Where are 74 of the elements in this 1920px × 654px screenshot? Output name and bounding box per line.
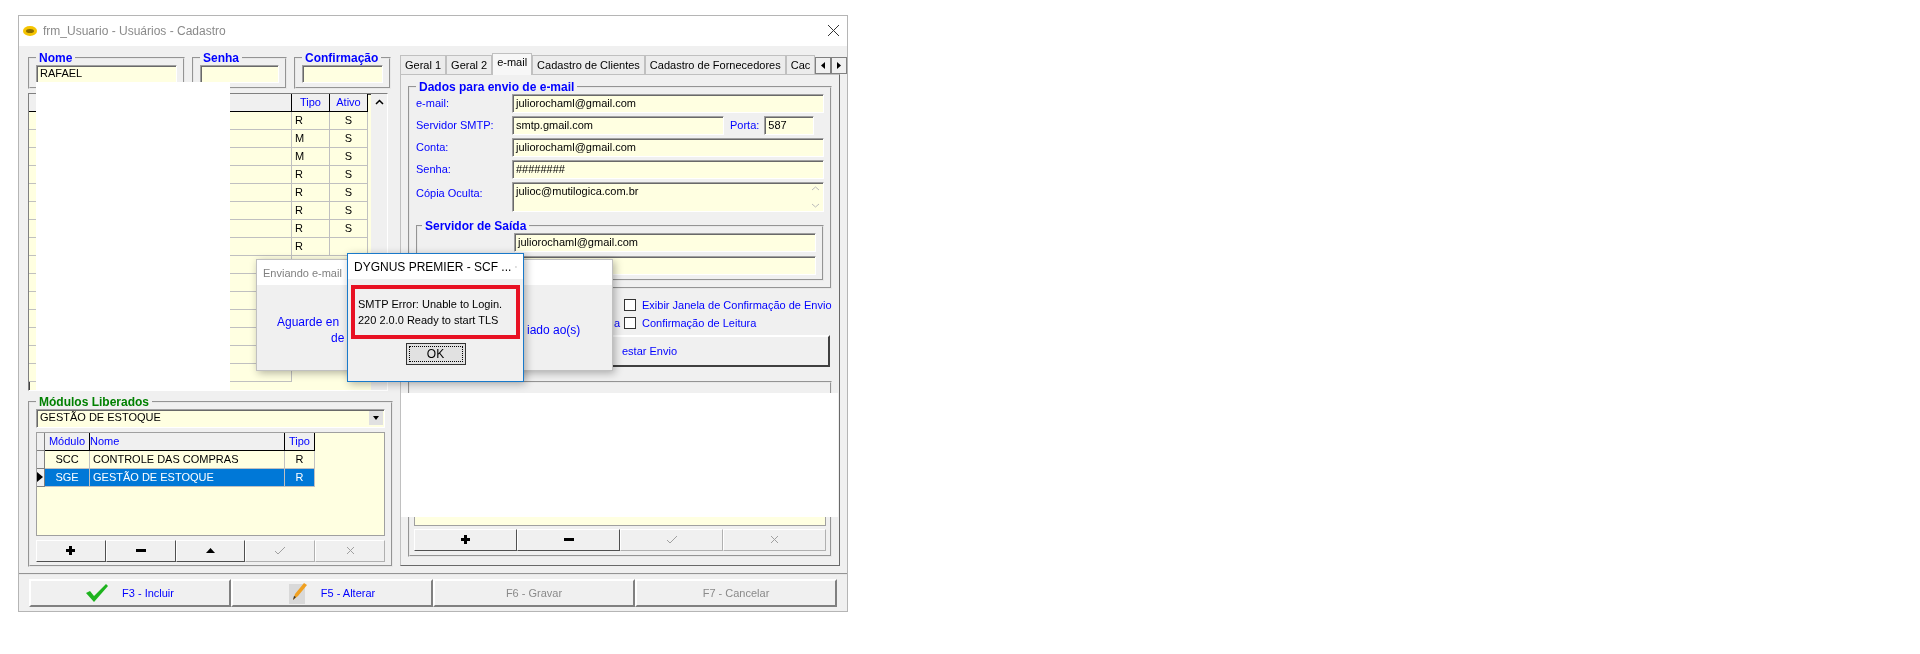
text-field[interactable]: juliorochaml@gmail.com [512,93,824,113]
move-up-button[interactable] [175,539,246,562]
checkbox[interactable] [624,298,636,311]
field-label: e-mail: [416,97,450,110]
window-title: frm_Usuario - Usuários - Cadastro [43,23,227,38]
text-field[interactable]: juliorochaml@gmail.com [512,137,824,157]
checkbox-label: Confirmação de Leitura [642,316,757,329]
footer-button[interactable]: F5 - Alterar [231,579,433,607]
footer-button[interactable]: F3 - Incluir [29,579,231,607]
row-pointer-icon [37,472,43,483]
remove-button[interactable] [517,528,620,551]
tab[interactable]: Geral 1 [400,54,447,74]
left-triangle-icon [821,61,826,69]
tab-scroll-left-button[interactable] [815,56,832,74]
text-field[interactable]: 587 [764,115,815,135]
remove-button[interactable] [105,539,176,562]
tab[interactable]: Cac [785,54,816,74]
scroll-up-icon[interactable] [374,98,384,105]
text-field[interactable]: ######## [512,159,824,179]
add-button[interactable] [414,528,517,551]
plus-icon [66,546,76,556]
dialog-title: DYGNUS PREMIER - SCF ... [354,259,512,274]
close-icon[interactable] [828,25,839,37]
error-message: SMTP Error: Unable to Login. [358,297,504,311]
field-label: Senha: [416,163,452,176]
check-icon [86,584,108,602]
field-label: Conta: [416,141,450,154]
text-field[interactable]: smtp.gmail.com [512,115,724,135]
app-icon [23,24,37,37]
option-label: a [614,316,621,329]
field-label: Porta: [730,119,760,132]
text-field[interactable]: RAFAEL [36,64,177,83]
tab-scroll-right-button[interactable] [831,56,848,74]
group-title: Servidor de Saída [424,218,528,233]
scrollbar-icon [811,184,820,209]
cross-icon [770,535,779,545]
up-triangle-icon [206,548,215,554]
column-header: Tipo [285,432,315,451]
field-label: Senha [202,50,240,65]
group-title: Módulos Liberados [38,394,150,409]
minus-icon [563,538,574,542]
dialog-text: iado ao(s) [527,323,581,337]
field-label: Nome [38,50,74,65]
pencil-icon [288,582,307,604]
tab[interactable]: Cadastro de Clientes [532,54,645,74]
tab[interactable]: Geral 2 [446,54,493,74]
column-header: Tipo [292,93,330,112]
column-header: Ativo [330,93,368,112]
module-dropdown[interactable]: GESTÃO DE ESTOQUE [36,408,385,428]
minus-icon [135,549,146,553]
text-area[interactable]: julioc@mutilogica.com.br [512,181,824,212]
ok-button[interactable]: OK [405,343,466,365]
dialog-title: Enviando e-mail [263,266,342,279]
add-button[interactable] [36,539,106,562]
tab[interactable]: e-mail [492,52,533,75]
error-message: 220 2.0.0 Ready to start TLS [358,313,500,327]
dialog-text: Aguarde en [277,315,340,329]
column-header: Módulo [45,432,90,451]
field-label: Cópia Oculta: [416,185,484,199]
text-field[interactable]: juliorochaml@gmail.com [514,232,816,252]
grid-corner [37,432,45,451]
field-label: Servidor SMTP: [416,119,495,132]
checkbox[interactable] [624,316,636,329]
check-icon [665,535,678,545]
right-triangle-icon [837,61,842,69]
plus-icon [461,535,470,545]
field-label: Confirmação [304,50,380,65]
tab[interactable]: Cadastro de Fornecedores [644,54,786,74]
group-title: Dados para envio de e-mail [418,79,576,94]
dialog-text: de [331,331,345,345]
checkbox-label: Exibir Janela de Confirmação de Envio [642,298,832,311]
check-icon [274,546,287,556]
column-header: Nome [90,432,285,451]
cross-icon [345,546,355,556]
